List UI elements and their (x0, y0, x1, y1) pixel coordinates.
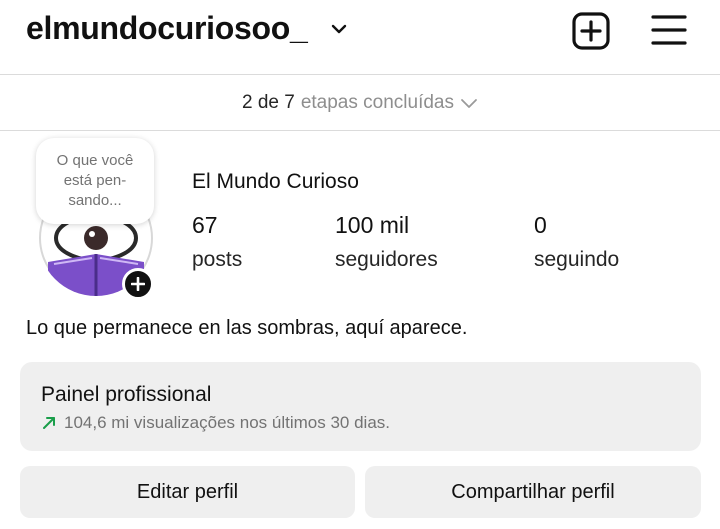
plus-square-icon[interactable] (571, 11, 611, 51)
stat-following[interactable]: 0 seguindo (534, 212, 619, 272)
steps-label: etapas concluídas (300, 91, 454, 113)
plus-icon (131, 277, 145, 291)
stat-followers[interactable]: 100 mil seguidores (335, 212, 438, 272)
note-bubble[interactable]: O que você está pen- sando... (36, 138, 154, 224)
share-profile-button[interactable]: Compartilhar perfil (365, 466, 701, 518)
top-bar: elmundocuriosoo_ (0, 0, 720, 74)
stat-label: posts (192, 248, 243, 271)
add-story-button[interactable] (122, 268, 154, 300)
stat-label: seguindo (534, 248, 620, 271)
divider (0, 130, 720, 131)
steps-count: 2 de 7 (242, 91, 295, 113)
edit-profile-button[interactable]: Editar perfil (20, 466, 355, 518)
stat-value: 67 (192, 212, 218, 238)
stat-value: 100 mil (335, 212, 410, 238)
stat-label: seguidores (335, 248, 438, 271)
account-switcher[interactable]: elmundocuriosoo_ (0, 0, 360, 62)
dashboard-views: 104,6 mi visualizações nos últimos 30 di… (64, 413, 390, 432)
hamburger-menu-icon[interactable] (651, 14, 687, 46)
note-text-line: O que você (56, 152, 134, 169)
stat-value: 0 (534, 212, 547, 238)
dashboard-title: Painel profissional (41, 383, 212, 406)
onboarding-steps[interactable]: 2 de 7 etapas concluídas (0, 75, 720, 130)
profile-avatar[interactable]: O que você está pen- sando... (36, 138, 154, 300)
professional-dashboard[interactable]: Painel profissional 104,6 mi visualizaçõ… (20, 362, 701, 451)
arrow-up-right-icon (43, 417, 55, 429)
dashboard-subtitle: 104,6 mi visualizações nos últimos 30 di… (41, 413, 390, 433)
chevron-down-icon (331, 24, 347, 34)
stat-posts[interactable]: 67 posts (192, 212, 242, 272)
note-text-line: sando... (68, 192, 122, 209)
full-name: El Mundo Curioso (192, 170, 359, 193)
bio: Lo que permanece en las sombras, aquí ap… (26, 317, 468, 339)
note-text-line: está pen- (63, 172, 127, 189)
chevron-down-icon (461, 98, 477, 108)
username: elmundocuriosoo_ (26, 10, 308, 46)
